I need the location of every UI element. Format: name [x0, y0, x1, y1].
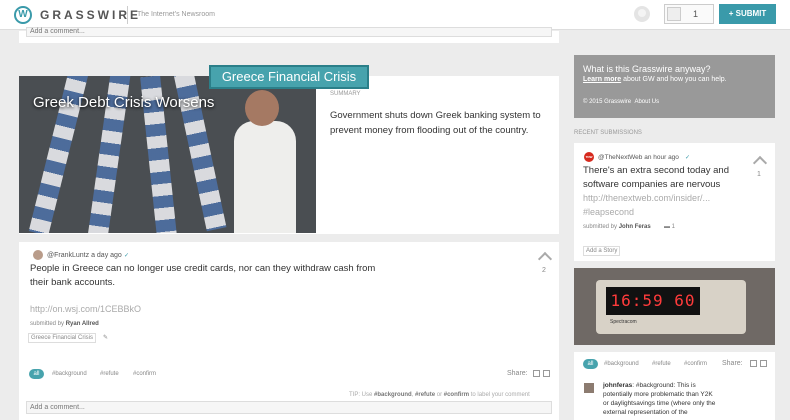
submitted-by-prefix: submitted by [583, 224, 618, 230]
post-vote-count: 2 [542, 267, 546, 274]
story-summary: Government shuts down Greek banking syst… [330, 110, 541, 136]
rs-filter-confirm[interactable]: #confirm [684, 361, 707, 367]
edit-tag-icon[interactable]: ✎ [103, 334, 108, 341]
clock-display: 16:59 60 [606, 287, 700, 315]
commenter-name[interactable]: johnferas [603, 382, 632, 389]
post-text-line: People in Greece can no longer use credi… [30, 263, 376, 274]
rs-filter-background[interactable]: #background [604, 361, 639, 367]
learn-more-link[interactable]: Learn more [583, 76, 621, 83]
topic-pill[interactable]: Greece Financial Crisis [209, 65, 369, 89]
clock-brand: Spectracom [610, 319, 637, 325]
grasswire-logo-icon[interactable]: W [14, 6, 32, 24]
rs-filter-refute[interactable]: #refute [652, 361, 671, 367]
story-image-title: Greek Debt Crisis Worsens [33, 94, 215, 111]
post-author-avatar[interactable] [33, 250, 43, 260]
person-figure [234, 121, 296, 233]
tip-or: or [436, 392, 443, 398]
filter-background[interactable]: #background [52, 371, 87, 377]
about-question: What is this Grasswire anyway? [583, 64, 711, 74]
rs-handle[interactable]: @TheNextWeb an hour ago [598, 154, 679, 161]
comment-icon: ▬ [664, 224, 670, 230]
header-divider [127, 6, 128, 24]
post-author-handle[interactable]: @FrankLuntz a day ago [47, 252, 122, 259]
recent-submissions-label: RECENT SUBMISSIONS [574, 130, 642, 136]
rs-vote-count: 1 [757, 171, 761, 178]
twitter-icon: ✓ [685, 155, 691, 161]
leap-second-clock-image[interactable]: 16:59 60 Spectracom [574, 268, 775, 345]
top-bar: W GRASSWIRE The Internet's Newsroom 1 + … [0, 0, 790, 30]
post-submitted-by: submitted by Ryan Allred [30, 321, 99, 327]
rs-upvote-icon[interactable] [754, 156, 766, 164]
tip-prefix: TIP: Use [349, 392, 373, 398]
learn-more-rest: about GW and how you can help. [623, 76, 727, 83]
submitter-name[interactable]: Ryan Allred [66, 321, 99, 327]
filter-all[interactable]: all [29, 369, 44, 379]
comment-line: johnferas: #background: This is [603, 381, 696, 390]
comment-line: potentially more problematic than Y2K [603, 391, 713, 398]
about-us-link[interactable]: About Us [634, 99, 659, 105]
rs-facebook-share-icon[interactable] [760, 360, 767, 367]
notifications-button[interactable]: 1 [664, 4, 714, 24]
comment-tip: TIP: Use #background, #refute or #confir… [349, 392, 530, 398]
rs-submitted-by: submitted by John Feras [583, 224, 651, 230]
notification-image-icon [667, 7, 681, 21]
submit-button[interactable]: + SUBMIT [719, 4, 776, 24]
add-story-button[interactable]: Add a Story [583, 246, 621, 256]
tagline: The Internet's Newsroom [137, 11, 215, 18]
comment-line: external representation of the [603, 409, 688, 416]
twitter-icon: ✓ [124, 253, 130, 259]
post-text-line: their bank accounts. [30, 277, 116, 288]
submitter-name[interactable]: John Feras [619, 224, 651, 230]
rs-comment-count[interactable]: ▬ 1 [664, 224, 675, 230]
post-topic-tag[interactable]: Greece Financial Crisis [28, 333, 97, 343]
submitted-by-prefix: submitted by [30, 321, 65, 327]
about-footer: © 2015 Grasswire About Us [583, 99, 659, 105]
rs-hashtag[interactable]: #leapsecond [583, 207, 634, 217]
notification-count: 1 [693, 9, 699, 19]
comment-line: or daylightsavings time (where only the [603, 400, 716, 407]
filter-confirm[interactable]: #confirm [133, 371, 156, 377]
rs-filter-all[interactable]: all [583, 359, 598, 369]
brand-name[interactable]: GRASSWIRE [40, 8, 141, 22]
post-link[interactable]: http://on.wsj.com/1CEBBkO [30, 304, 141, 314]
user-avatar-icon[interactable] [634, 6, 650, 22]
rs-text-line: There's an extra second today and [583, 165, 729, 176]
rs-link[interactable]: http://thenextweb.com/insider/... [583, 193, 710, 203]
add-comment-input-previous[interactable]: Add a comment... [26, 27, 552, 37]
tip-background: #background [374, 392, 412, 398]
tip-confirm: #confirm [443, 392, 470, 398]
tip-refute: #refute [415, 392, 436, 398]
rs-twitter-share-icon[interactable] [750, 360, 757, 367]
commenter-avatar[interactable] [584, 383, 594, 393]
about-learn-more: Learn more about GW and how you can help… [583, 76, 727, 83]
comment-text: : #background: This is [632, 382, 696, 389]
tip-suffix: to label your comment [470, 392, 530, 398]
rs-text-line: software companies are nervous [583, 179, 721, 190]
rs-share-label: Share: [722, 360, 743, 367]
facebook-share-icon[interactable] [543, 370, 550, 377]
person-head [245, 90, 279, 126]
upvote-icon[interactable] [539, 252, 551, 260]
share-label: Share: [507, 370, 528, 377]
thenextweb-avatar[interactable]: TNW [584, 152, 594, 162]
filter-refute[interactable]: #refute [100, 371, 119, 377]
add-comment-input[interactable]: Add a comment... [26, 401, 552, 414]
about-box: What is this Grasswire anyway? Learn mor… [574, 55, 775, 118]
copyright: © 2015 Grasswire [583, 99, 632, 105]
twitter-share-icon[interactable] [533, 370, 540, 377]
comment-count: 1 [671, 224, 676, 230]
summary-label: SUMMARY [330, 91, 361, 97]
story-image[interactable]: Greek Debt Crisis Worsens [19, 76, 316, 233]
